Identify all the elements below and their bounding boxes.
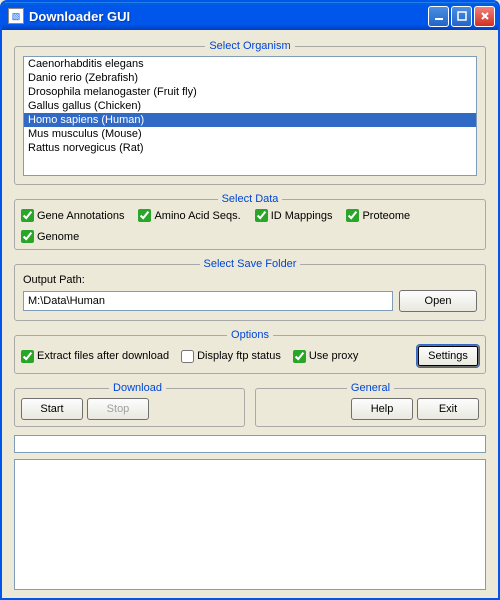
organism-legend: Select Organism	[205, 40, 294, 52]
list-item[interactable]: Danio rerio (Zebrafish)	[24, 71, 476, 85]
data-checkbox[interactable]: Amino Acid Seqs.	[138, 209, 240, 222]
data-group: Select Data Gene Annotations Amino Acid S…	[14, 193, 486, 250]
organism-listbox[interactable]: Caenorhabditis elegansDanio rerio (Zebra…	[23, 56, 477, 176]
window-title: Downloader GUI	[29, 9, 428, 24]
data-checkbox[interactable]: Genome	[21, 230, 79, 243]
maximize-button[interactable]	[451, 6, 472, 27]
options-legend: Options	[227, 329, 273, 341]
close-button[interactable]	[474, 6, 495, 27]
log-area[interactable]	[14, 459, 486, 590]
stop-button[interactable]: Stop	[87, 398, 149, 420]
list-item[interactable]: Drosophila melanogaster (Fruit fly)	[24, 85, 476, 99]
data-legend: Select Data	[218, 193, 283, 205]
progress-bar	[14, 435, 486, 453]
app-window: ▧ Downloader GUI Select Organism Caenorh…	[0, 0, 500, 600]
start-button[interactable]: Start	[21, 398, 83, 420]
save-legend: Select Save Folder	[200, 258, 301, 270]
options-group: Options Extract files after download Dis…	[14, 329, 486, 374]
list-item[interactable]: Mus musculus (Mouse)	[24, 127, 476, 141]
organism-group: Select Organism Caenorhabditis elegansDa…	[14, 40, 486, 185]
general-group: General Help Exit	[255, 382, 486, 427]
save-group: Select Save Folder Output Path: Open	[14, 258, 486, 321]
list-item[interactable]: Rattus norvegicus (Rat)	[24, 141, 476, 155]
extract-checkbox[interactable]: Extract files after download	[21, 350, 169, 363]
download-group: Download Start Stop	[14, 382, 245, 427]
list-item[interactable]: Gallus gallus (Chicken)	[24, 99, 476, 113]
ftp-status-checkbox[interactable]: Display ftp status	[181, 350, 281, 363]
exit-button[interactable]: Exit	[417, 398, 479, 420]
minimize-icon	[434, 11, 444, 21]
help-button[interactable]: Help	[351, 398, 413, 420]
minimize-button[interactable]	[428, 6, 449, 27]
data-checkbox[interactable]: Gene Annotations	[21, 209, 124, 222]
settings-button[interactable]: Settings	[417, 345, 479, 367]
use-proxy-checkbox[interactable]: Use proxy	[293, 350, 359, 363]
client-area: Select Organism Caenorhabditis elegansDa…	[2, 30, 498, 598]
data-checkbox[interactable]: Proteome	[346, 209, 410, 222]
titlebar[interactable]: ▧ Downloader GUI	[2, 2, 498, 30]
open-folder-button[interactable]: Open	[399, 290, 477, 312]
general-legend: General	[347, 382, 394, 394]
close-icon	[480, 11, 490, 21]
output-path-label: Output Path:	[23, 274, 477, 286]
data-checkrow: Gene Annotations Amino Acid Seqs. ID Mappi…	[21, 209, 479, 243]
data-checkbox[interactable]: ID Mappings	[255, 209, 333, 222]
output-path-input[interactable]	[23, 291, 393, 311]
maximize-icon	[457, 11, 467, 21]
list-item[interactable]: Homo sapiens (Human)	[24, 113, 476, 127]
app-icon: ▧	[8, 8, 24, 24]
download-legend: Download	[109, 382, 166, 394]
list-item[interactable]: Caenorhabditis elegans	[24, 57, 476, 71]
